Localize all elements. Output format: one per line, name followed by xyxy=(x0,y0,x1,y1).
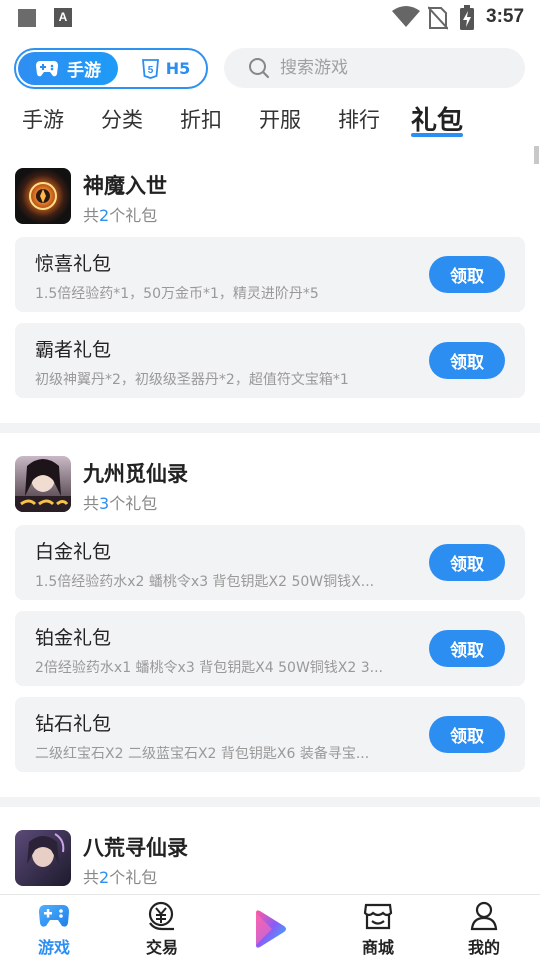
mode-mobile-game-button[interactable]: 手游 xyxy=(18,52,118,85)
gift-count: 共2个礼包 xyxy=(83,864,157,888)
gift-description: 1.5倍经验药*1，50万金币*1，精灵进阶丹*5 xyxy=(35,286,319,302)
gift-title: 霸者礼包 xyxy=(35,339,112,361)
app-a-icon: A xyxy=(54,8,72,27)
claim-button[interactable]: 领取 xyxy=(429,342,505,379)
store-icon xyxy=(363,903,393,930)
gift-count-prefix: 共 xyxy=(83,206,100,225)
profile-icon xyxy=(470,901,498,931)
game-icon-jiuzhou xyxy=(15,456,71,512)
html5-icon: 5 xyxy=(141,58,159,79)
tab-mobile-games[interactable]: 手游 xyxy=(22,104,64,134)
scrollbar-thumb[interactable] xyxy=(534,146,539,164)
nav-label: 我的 xyxy=(467,938,500,957)
game-name: 八荒寻仙录 xyxy=(83,836,188,860)
claim-button[interactable]: 领取 xyxy=(429,544,505,581)
trade-icon xyxy=(148,901,174,931)
gift-title: 惊喜礼包 xyxy=(35,253,112,275)
status-clock: 3:57 xyxy=(486,6,525,27)
tab-gift-packs[interactable]: 礼包 xyxy=(411,100,463,137)
nav-profile[interactable]: 我的 xyxy=(444,901,524,958)
search-input[interactable] xyxy=(280,58,500,78)
active-tab-indicator xyxy=(411,133,463,137)
gift-card[interactable]: 铂金礼包 2倍经验药水x1 蟠桃令x3 背包钥匙X4 50W铜钱X2 3... … xyxy=(15,611,525,686)
gift-description: 1.5倍经验药水x2 蟠桃令x3 背包钥匙X2 50W铜钱X... xyxy=(35,574,375,590)
wifi-icon xyxy=(392,6,420,27)
claim-button[interactable]: 领取 xyxy=(429,256,505,293)
gift-count-suffix: 个礼包 xyxy=(109,494,158,513)
tab-ranking[interactable]: 排行 xyxy=(338,104,380,134)
gift-count-prefix: 共 xyxy=(83,868,100,887)
nav-label: 游戏 xyxy=(37,938,70,957)
gift-description: 初级神翼丹*2，初级级圣器丹*2，超值符文宝箱*1 xyxy=(35,372,349,388)
gift-title: 白金礼包 xyxy=(35,541,112,563)
nav-label: 交易 xyxy=(145,938,178,957)
gift-card[interactable]: 惊喜礼包 1.5倍经验药*1，50万金币*1，精灵进阶丹*5 领取 xyxy=(15,237,525,312)
tab-categories[interactable]: 分类 xyxy=(101,104,143,134)
search-box[interactable] xyxy=(224,48,525,88)
gamepad-icon xyxy=(36,60,58,76)
gift-description: 2倍经验药水x1 蟠桃令x3 背包钥匙X4 50W铜钱X2 3... xyxy=(35,660,384,676)
nav-center-play[interactable] xyxy=(230,909,310,949)
play-logo-icon xyxy=(256,910,286,948)
no-sim-icon xyxy=(428,6,448,30)
nav-label: 商城 xyxy=(361,938,394,957)
gift-count: 共3个礼包 xyxy=(83,490,157,514)
gift-count-prefix: 共 xyxy=(83,494,100,513)
mode-h5-label: H5 xyxy=(165,59,191,78)
gift-card[interactable]: 钻石礼包 二级红宝石X2 二级蓝宝石X2 背包钥匙X6 装备寻宝... 领取 xyxy=(15,697,525,772)
gift-count: 共2个礼包 xyxy=(83,202,157,226)
gift-count-number: 3 xyxy=(99,494,110,513)
tab-discount[interactable]: 折扣 xyxy=(180,104,222,134)
bottom-nav: 游戏 交易 商城 我的 xyxy=(0,894,540,960)
notification-square-icon xyxy=(18,9,36,27)
html5-badge-text: 5 xyxy=(147,65,153,76)
status-bar: A 3:57 xyxy=(0,0,540,36)
gift-description: 二级红宝石X2 二级蓝宝石X2 背包钥匙X6 装备寻宝... xyxy=(35,746,370,762)
nav-trade[interactable]: 交易 xyxy=(122,901,202,958)
gift-count-suffix: 个礼包 xyxy=(109,868,158,887)
game-name: 神魔入世 xyxy=(83,174,167,198)
gift-card[interactable]: 白金礼包 1.5倍经验药水x2 蟠桃令x3 背包钥匙X2 50W铜钱X... 领… xyxy=(15,525,525,600)
gift-count-number: 2 xyxy=(99,206,110,225)
section-divider xyxy=(0,423,540,433)
game-icon-shenmo xyxy=(15,168,71,224)
search-icon xyxy=(249,58,270,79)
gamepad-icon xyxy=(39,905,69,927)
gift-title: 钻石礼包 xyxy=(35,713,112,735)
gift-count-number: 2 xyxy=(99,868,110,887)
battery-charging-icon xyxy=(460,5,474,30)
gift-title: 铂金礼包 xyxy=(35,627,112,649)
gift-card[interactable]: 霸者礼包 初级神翼丹*2，初级级圣器丹*2，超值符文宝箱*1 领取 xyxy=(15,323,525,398)
game-name: 九州觅仙录 xyxy=(83,462,188,486)
tab-new-servers[interactable]: 开服 xyxy=(259,104,301,134)
section-divider xyxy=(0,797,540,807)
mode-mobile-game-label: 手游 xyxy=(67,61,101,81)
mode-h5-button[interactable]: 5 H5 xyxy=(128,52,204,85)
mode-toggle[interactable]: 手游 5 H5 xyxy=(14,48,208,89)
nav-store[interactable]: 商城 xyxy=(338,901,418,958)
game-icon-bahuang xyxy=(15,830,71,886)
claim-button[interactable]: 领取 xyxy=(429,716,505,753)
nav-games[interactable]: 游戏 xyxy=(14,901,94,958)
claim-button[interactable]: 领取 xyxy=(429,630,505,667)
gift-count-suffix: 个礼包 xyxy=(109,206,158,225)
